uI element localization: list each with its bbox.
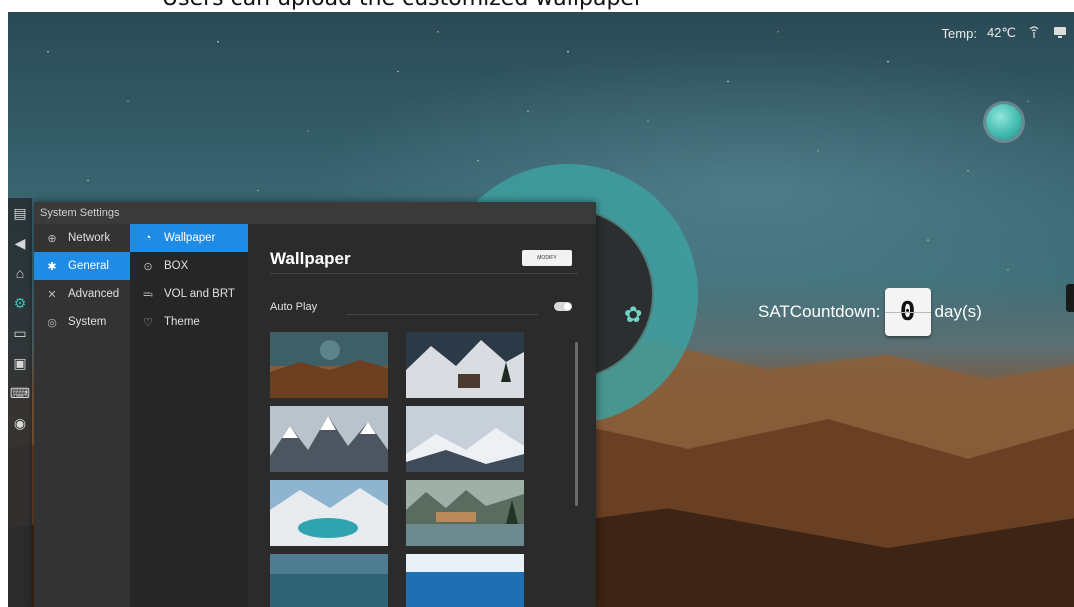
category-label: System — [68, 316, 107, 328]
desktop-screen: Temp: 42℃ ✿ SATCountdown: 0 day(s) ▤ ◀ ⌂… — [8, 12, 1074, 607]
countdown-digit: 0 — [884, 288, 931, 336]
wallpaper-thumb-snowy-range[interactable] — [406, 406, 524, 472]
category-general[interactable]: ✱ General — [34, 252, 130, 280]
monitor-icon[interactable] — [1052, 25, 1068, 41]
category-list: ⊕ Network ✱ General ✕ Advanced ◎ System — [34, 224, 130, 607]
subitem-wallpaper[interactable]: ◔ Wallpaper — [130, 224, 248, 252]
temp-value: 42℃ — [986, 25, 1016, 40]
countdown-label: SATCountdown: — [758, 302, 881, 321]
countdown-widget: SATCountdown: 0 day(s) — [758, 288, 982, 336]
sliders-icon: ≕ — [142, 288, 154, 301]
home-icon[interactable]: ⌂ — [8, 258, 32, 288]
scrollbar[interactable] — [575, 342, 578, 506]
left-dock: ▤ ◀ ⌂ ⚙ ▭ ▣ ⌨ ◉ — [8, 198, 32, 607]
subitem-label: VOL and BRT — [164, 288, 235, 300]
caption-banner: Users can upload the customized wallpape… — [0, 0, 1074, 12]
menu-icon[interactable]: ▤ — [8, 198, 32, 228]
page-title: Wallpaper — [270, 249, 351, 268]
subitem-label: Theme — [164, 316, 200, 328]
wallpaper-thumb-ocean-bay[interactable] — [270, 554, 388, 607]
category-label: General — [68, 260, 109, 272]
settings-icon[interactable]: ⚙ — [8, 288, 32, 318]
temp-label: Temp: — [941, 25, 977, 41]
floating-ball-button[interactable] — [986, 104, 1022, 140]
modify-button[interactable]: MODIFY — [522, 250, 572, 266]
gear-icon: ✱ — [47, 260, 57, 273]
globe-icon: ⊕ — [47, 232, 57, 245]
folder-icon[interactable]: ▭ — [8, 318, 32, 348]
back-icon[interactable]: ◀ — [8, 228, 32, 258]
wallpaper-thumb-snow-cabin[interactable] — [406, 332, 524, 398]
system-settings-window: System Settings ⊕ Network ✱ General ✕ Ad… — [34, 202, 596, 607]
category-label: Advanced — [68, 288, 120, 300]
wallpaper-thumb-lakeside-lodge[interactable] — [406, 480, 524, 546]
screen-icon[interactable]: ▣ — [8, 348, 32, 378]
subitem-list: ◔ Wallpaper ⊙ BOX ≕ VOL and BRT ♡ Theme — [130, 224, 248, 607]
radio-icon: ⊙ — [143, 260, 153, 273]
shirt-icon: ♡ — [143, 316, 153, 329]
subitem-label: BOX — [164, 260, 189, 272]
signal-icon[interactable] — [1026, 25, 1042, 41]
wallpaper-thumb-glacier-lake[interactable] — [270, 480, 388, 546]
countdown-unit: day(s) — [934, 302, 982, 321]
category-network[interactable]: ⊕ Network — [34, 224, 130, 252]
tools-icon: ✕ — [47, 288, 57, 301]
category-system[interactable]: ◎ System — [34, 308, 130, 336]
status-bar: Temp: 42℃ — [942, 20, 1074, 46]
image-icon: ◔ — [144, 232, 152, 244]
wallpaper-thumb-sea-horizon[interactable] — [406, 554, 524, 607]
apps-icon[interactable]: ✿ — [624, 302, 642, 328]
auto-play-row: Auto Play — [270, 296, 578, 318]
subitem-label: Wallpaper — [164, 232, 216, 244]
power-icon[interactable]: ◉ — [8, 408, 32, 438]
divider — [346, 314, 538, 315]
category-label: Network — [68, 232, 111, 244]
keyboard-icon[interactable]: ⌨ — [8, 378, 32, 408]
auto-play-label: Auto Play — [270, 301, 318, 313]
wallpaper-content: Wallpaper MODIFY Auto Play — [248, 224, 596, 607]
caption-text: Users can upload the customized wallpape… — [162, 0, 643, 11]
category-advanced[interactable]: ✕ Advanced — [34, 280, 130, 308]
subitem-theme[interactable]: ♡ Theme — [130, 308, 248, 336]
window-title: System Settings — [34, 202, 596, 224]
wallpaper-thumb-mountain-peaks[interactable] — [270, 406, 388, 472]
auto-play-toggle[interactable] — [554, 302, 572, 311]
wallpaper-header: Wallpaper MODIFY — [270, 244, 578, 274]
wallpaper-thumb-desert-night[interactable] — [270, 332, 388, 398]
side-drawer-handle[interactable] — [1066, 284, 1074, 312]
wallpaper-grid — [270, 332, 590, 607]
subitem-box[interactable]: ⊙ BOX — [130, 252, 248, 280]
info-icon: ◎ — [47, 316, 57, 329]
subitem-vol-brt[interactable]: ≕ VOL and BRT — [130, 280, 248, 308]
